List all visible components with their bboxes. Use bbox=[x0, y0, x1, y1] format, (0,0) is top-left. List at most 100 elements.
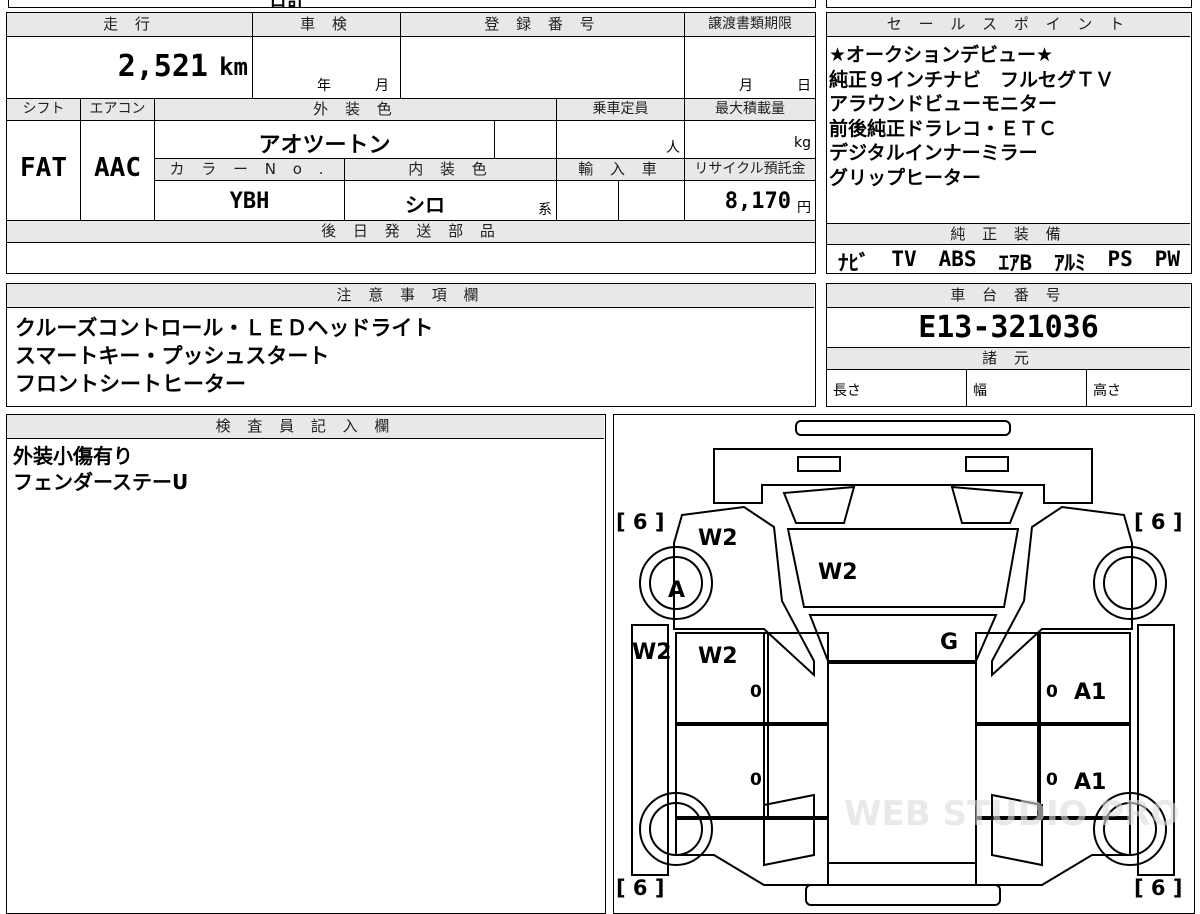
car-diagram-box: [ 6 ] [ 6 ] [ 6 ] [ 6 ] W2 W2 A W2 W2 G … bbox=[613, 414, 1195, 914]
import-header: 輸 入 車 bbox=[557, 159, 685, 181]
color-no-value: YBH bbox=[229, 189, 270, 214]
import-cell-b bbox=[619, 181, 685, 221]
int-color-suffix: 系 bbox=[538, 202, 552, 218]
mark-right-rear-door: A1 bbox=[1074, 770, 1106, 795]
registration-cell bbox=[401, 37, 685, 99]
equipment-item-alloy: ｱﾙﾐ bbox=[1054, 251, 1086, 275]
mark-left-front-wheel: A bbox=[668, 578, 685, 603]
later-parts-cell bbox=[7, 243, 815, 273]
mark-left-front-zero: 0 bbox=[750, 682, 762, 702]
mark-windshield: G bbox=[940, 630, 958, 655]
capacity-cell: 人 bbox=[557, 121, 685, 159]
right-front-wheel-inner bbox=[1103, 556, 1157, 610]
sales-point-line: 純正９インチナビ フルセグＴＶ bbox=[829, 68, 1115, 91]
ext-color-header: 外 装 色 bbox=[155, 99, 557, 121]
notes-box: 注 意 事 項 欄 クルーズコントロール・ＬＥＤヘッドライト スマートキー・プッ… bbox=[6, 283, 816, 407]
later-parts-header: 後 日 発 送 部 品 bbox=[7, 221, 815, 243]
aircon-value: AAC bbox=[94, 153, 141, 183]
mark-left-rear-zero: 0 bbox=[750, 770, 762, 790]
sales-point-line: グリップヒーター bbox=[829, 166, 982, 189]
spec-length-label: 長さ bbox=[833, 383, 861, 399]
equipment-list: ﾅﾋﾞ TV ABS ｴｱB ｱﾙﾐ PS PW bbox=[827, 247, 1191, 277]
mark-left-front-door: W2 bbox=[698, 644, 738, 669]
color-no-header: カ ラ ー N o . bbox=[155, 159, 345, 181]
inspector-header: 検 査 員 記 入 欄 bbox=[7, 415, 604, 439]
recycle-unit: 円 bbox=[797, 200, 811, 216]
car-diagram: [ 6 ] [ 6 ] [ 6 ] [ 6 ] W2 W2 A W2 W2 G … bbox=[616, 420, 1182, 906]
shift-value: FAT bbox=[20, 153, 67, 183]
notes-list: クルーズコントロール・ＬＥＤヘッドライト スマートキー・プッシュスタート フロン… bbox=[15, 314, 433, 398]
windshield bbox=[808, 614, 998, 662]
ext-color-cell: アオツートン bbox=[155, 121, 495, 159]
shift-cell: FAT bbox=[7, 121, 81, 221]
sales-points-box: セ ー ル ス ポ イ ン ト ★オークションデビュー★ 純正９インチナビ フル… bbox=[826, 12, 1192, 277]
sales-point-line: 前後純正ドラレコ・ＥＴＣ bbox=[829, 117, 1058, 140]
mark-right-rear-zero: 0 bbox=[1046, 770, 1058, 790]
note-line: クルーズコントロール・ＬＥＤヘッドライト bbox=[15, 316, 434, 340]
capacity-header: 乗車定員 bbox=[557, 99, 685, 121]
sales-points-header: セ ー ル ス ポ イ ン ト bbox=[827, 13, 1190, 37]
sales-points-list: ★オークションデビュー★ 純正９インチナビ フルセグＴＶ アラウンドビューモニタ… bbox=[829, 43, 1114, 190]
right-grille-light bbox=[950, 485, 1024, 524]
mark-left-side: W2 bbox=[632, 640, 672, 665]
chassis-header: 車 台 番 号 bbox=[827, 284, 1190, 308]
aircon-header: エアコン bbox=[81, 99, 155, 121]
right-front-fender bbox=[991, 505, 1133, 678]
mileage-value: 2,521 bbox=[117, 49, 208, 84]
mileage-cell: 2,521 km bbox=[7, 37, 253, 99]
equipment-item-pw: PW bbox=[1154, 247, 1180, 271]
sales-point-line: デジタルインナーミラー bbox=[829, 142, 1038, 164]
maxload-unit: kg bbox=[794, 135, 811, 151]
mileage-unit: km bbox=[219, 53, 248, 81]
tire-front-right: [ 6 ] bbox=[1134, 510, 1182, 534]
spec-header: 諸 元 bbox=[827, 348, 1190, 370]
sales-point-line: ★オークションデビュー★ bbox=[829, 44, 1054, 66]
mark-right-front-zero: 0 bbox=[1046, 682, 1058, 702]
equipment-header: 純 正 装 備 bbox=[827, 223, 1190, 245]
spec-length-cell: 長さ bbox=[827, 370, 967, 406]
left-grille-light bbox=[782, 485, 856, 524]
shift-header: シフト bbox=[7, 99, 81, 121]
equipment-item-abs: ABS bbox=[938, 247, 977, 271]
color-no-cell: YBH bbox=[155, 181, 345, 221]
tire-rear-left: [ 6 ] bbox=[616, 876, 664, 900]
sales-point-line: アラウンドビューモニター bbox=[829, 93, 1058, 115]
spec-height-cell: 高さ bbox=[1087, 370, 1190, 406]
left-rear-quarter bbox=[675, 818, 829, 886]
left-front-fender bbox=[673, 505, 815, 678]
ext-color-value: アオツートン bbox=[258, 133, 391, 158]
inspection-header: 車 検 bbox=[253, 13, 401, 37]
inspection-cell: 年 月 bbox=[253, 37, 401, 99]
right-side-panel bbox=[1137, 624, 1175, 876]
inspector-box: 検 査 員 記 入 欄 外装小傷有り フェンダーステーU bbox=[6, 414, 606, 914]
note-line: スマートキー・プッシュスタート bbox=[15, 344, 330, 368]
right-front-door bbox=[1037, 632, 1131, 724]
inspector-list: 外装小傷有り フェンダーステーU bbox=[13, 443, 188, 495]
inspection-month: 月 bbox=[375, 78, 389, 94]
recycle-header: リサイクル預託金 bbox=[685, 159, 815, 181]
inspector-line: フェンダーステーU bbox=[13, 470, 189, 494]
equipment-item-ps: PS bbox=[1107, 247, 1133, 271]
inspector-line: 外装小傷有り bbox=[13, 444, 133, 468]
registration-header: 登 録 番 号 bbox=[401, 13, 685, 37]
int-color-value: シロ bbox=[405, 193, 445, 217]
transfer-cell: 月 日 bbox=[685, 37, 815, 99]
aircon-cell: AAC bbox=[81, 121, 155, 221]
right-headlight bbox=[965, 456, 1009, 472]
right-front-door-inner bbox=[975, 632, 1041, 724]
spec-width-label: 幅 bbox=[973, 383, 987, 399]
ext-color-extra-cell bbox=[495, 121, 557, 159]
recycle-value: 8,170 bbox=[724, 189, 791, 214]
spec-height-label: 高さ bbox=[1093, 383, 1121, 399]
mark-hood: W2 bbox=[818, 560, 858, 585]
transfer-month: 月 bbox=[739, 78, 753, 94]
vehicle-info-box: 走 行 車 検 登 録 番 号 譲渡書類期限 2,521 km 年 月 月 日 … bbox=[6, 12, 816, 274]
transfer-day: 日 bbox=[797, 78, 811, 94]
int-color-header: 内 装 色 bbox=[345, 159, 557, 181]
watermark: WEB STUDIO PRO bbox=[844, 794, 1179, 834]
rear-bumper bbox=[805, 884, 1001, 906]
int-color-cell: シロ 系 bbox=[345, 181, 557, 221]
front-bumper bbox=[795, 420, 1011, 436]
note-line: フロントシートヒーター bbox=[15, 372, 246, 396]
mark-front-left-fender: W2 bbox=[698, 526, 738, 551]
